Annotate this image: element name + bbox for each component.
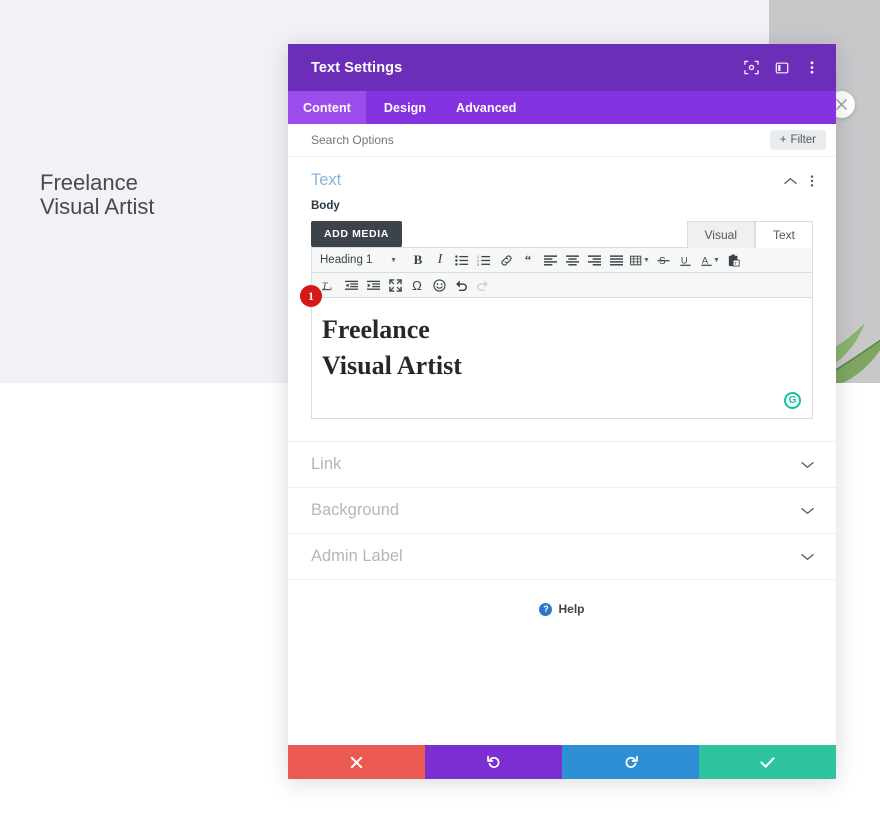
search-input[interactable] xyxy=(311,133,770,147)
bulleted-list-icon[interactable] xyxy=(451,250,473,270)
section-text-controls xyxy=(784,174,814,188)
blockquote-icon[interactable]: “ xyxy=(517,250,539,270)
svg-text:x: x xyxy=(330,286,333,292)
chevron-down-icon[interactable] xyxy=(801,502,814,520)
modal-tab-bar: Content Design Advanced xyxy=(288,91,836,124)
chevron-up-icon[interactable] xyxy=(784,177,797,185)
add-media-button[interactable]: ADD MEDIA xyxy=(311,221,402,247)
search-options-row: + Filter xyxy=(288,124,836,157)
align-center-icon[interactable] xyxy=(561,250,583,270)
section-more-vertical-icon[interactable] xyxy=(810,174,814,188)
chevron-down-icon[interactable] xyxy=(801,548,814,566)
editor-box: Heading 1 ▼ B I 1 2 3 “ ▼ S U A ▼ T T x … xyxy=(300,247,813,419)
svg-text:T: T xyxy=(734,261,737,266)
editor-top-row: ADD MEDIA Visual Text xyxy=(311,220,813,248)
fullscreen-icon[interactable] xyxy=(384,275,406,295)
redo-icon xyxy=(625,755,638,768)
italic-icon[interactable]: I xyxy=(429,250,451,270)
outdent-icon[interactable] xyxy=(340,275,362,295)
panel-layout-icon[interactable] xyxy=(774,60,789,75)
help-label: Help xyxy=(558,602,585,616)
align-right-icon[interactable] xyxy=(583,250,605,270)
undo-icon[interactable] xyxy=(450,275,472,295)
section-background[interactable]: Background xyxy=(288,487,836,533)
indent-icon[interactable] xyxy=(362,275,384,295)
annotation-badge-1: 1 xyxy=(300,285,322,307)
redo-button[interactable] xyxy=(562,745,699,779)
chevron-down-icon: ▼ xyxy=(390,256,397,264)
wysiwyg-editor: ADD MEDIA Visual Text Heading 1 ▼ B I 1 … xyxy=(288,220,836,419)
emoji-icon[interactable] xyxy=(428,275,450,295)
plus-icon: + xyxy=(779,134,787,146)
undo-icon xyxy=(486,755,499,768)
special-character-icon[interactable]: Ω xyxy=(406,275,428,295)
numbered-list-icon[interactable]: 1 2 3 xyxy=(473,250,495,270)
help-row[interactable]: ? Help xyxy=(288,579,836,638)
underline-icon[interactable]: U xyxy=(675,250,697,270)
modal-body: Text Body ADD MEDIA Visual Text Heading … xyxy=(288,157,836,745)
svg-text:U: U xyxy=(681,255,688,265)
section-background-title: Background xyxy=(311,501,400,519)
editor-toolbar-row-1: Heading 1 ▼ B I 1 2 3 “ ▼ S U A ▼ T xyxy=(312,248,812,273)
tab-text[interactable]: Text xyxy=(754,221,813,248)
modal-footer xyxy=(288,745,836,779)
page-title: Freelance Visual Artist xyxy=(40,170,155,219)
section-text: Text Body ADD MEDIA Visual Text Heading … xyxy=(288,157,836,419)
close-icon xyxy=(836,99,847,110)
tab-visual[interactable]: Visual xyxy=(686,221,755,248)
format-select-value: Heading 1 xyxy=(320,254,373,266)
paste-as-text-icon[interactable]: T xyxy=(723,250,745,270)
strikethrough-icon[interactable]: S xyxy=(653,250,675,270)
editor-content-area[interactable]: 1 Freelance Visual Artist G xyxy=(300,285,812,418)
text-settings-modal: Text Settings Content Design Advanced Se… xyxy=(288,44,836,779)
tab-advanced[interactable]: Advanced xyxy=(444,91,529,124)
text-color-icon[interactable]: A ▼ xyxy=(697,250,723,270)
section-text-header[interactable]: Text xyxy=(288,157,836,200)
svg-text:3: 3 xyxy=(477,262,479,265)
modal-header-actions xyxy=(744,60,819,75)
align-left-icon[interactable] xyxy=(539,250,561,270)
bold-icon[interactable]: B xyxy=(407,250,429,270)
section-link-title: Link xyxy=(311,455,342,473)
more-vertical-icon[interactable] xyxy=(804,60,819,75)
cancel-button[interactable] xyxy=(288,745,425,779)
filter-label: Filter xyxy=(790,134,816,146)
svg-text:S: S xyxy=(659,256,666,267)
svg-text:T: T xyxy=(322,281,328,292)
editor-mode-tabs: Visual Text xyxy=(686,220,813,248)
tab-content[interactable]: Content xyxy=(288,91,366,124)
save-button[interactable] xyxy=(699,745,836,779)
editor-heading-text[interactable]: 1 Freelance Visual Artist xyxy=(300,285,812,384)
chevron-down-icon[interactable] xyxy=(801,456,814,474)
modal-header: Text Settings xyxy=(288,44,836,91)
modal-title: Text Settings xyxy=(311,59,403,76)
undo-button[interactable] xyxy=(425,745,562,779)
align-justify-icon[interactable] xyxy=(605,250,627,270)
focus-target-icon[interactable] xyxy=(744,60,759,75)
table-chevron-down-icon: ▼ xyxy=(643,256,650,264)
close-icon xyxy=(350,756,363,768)
grammarly-icon[interactable]: G xyxy=(784,392,801,409)
section-admin-label-title: Admin Label xyxy=(311,547,403,565)
table-icon[interactable]: ▼ xyxy=(627,250,653,270)
section-link[interactable]: Link xyxy=(288,441,836,487)
section-admin-label[interactable]: Admin Label xyxy=(288,533,836,579)
tab-design[interactable]: Design xyxy=(366,91,444,124)
section-text-title: Text xyxy=(311,171,342,189)
redo-icon[interactable] xyxy=(472,275,494,295)
filter-button[interactable]: + Filter xyxy=(769,130,826,150)
body-field-label: Body xyxy=(311,200,340,212)
svg-text:A: A xyxy=(702,255,709,265)
color-chevron-down-icon: ▼ xyxy=(712,256,720,264)
check-icon xyxy=(760,756,775,768)
help-icon: ? xyxy=(539,602,553,616)
format-select[interactable]: Heading 1 ▼ xyxy=(318,254,401,266)
editor-toolbar-row-2: T x Ω xyxy=(312,273,812,298)
link-icon[interactable] xyxy=(495,250,517,270)
